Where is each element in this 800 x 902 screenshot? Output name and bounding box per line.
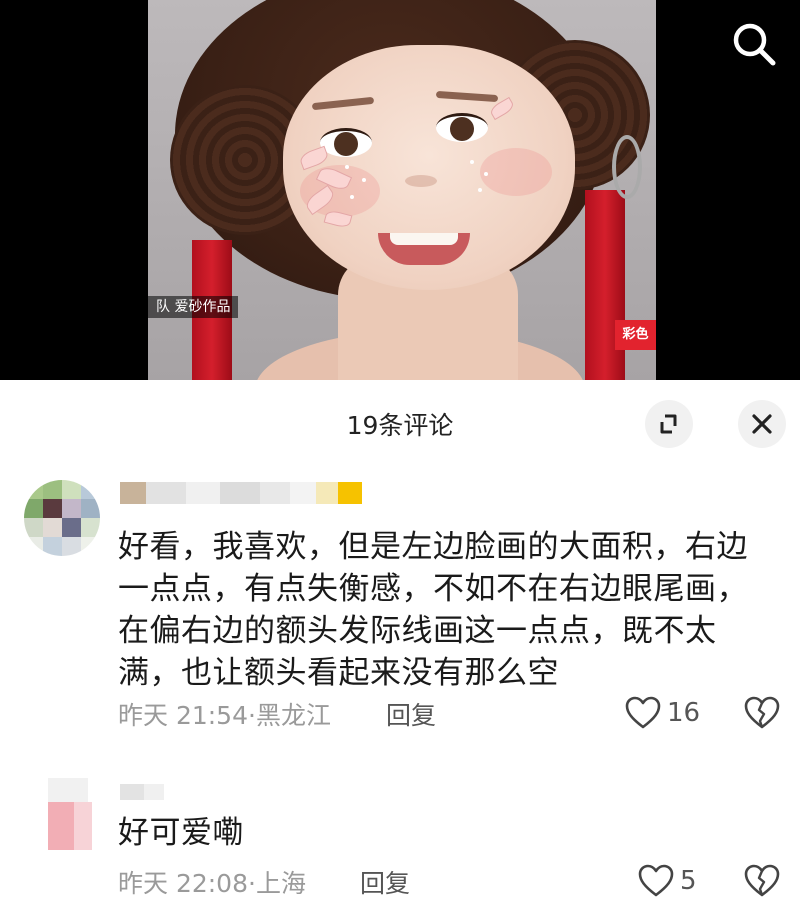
dislike-button[interactable] [744, 696, 780, 732]
broken-heart-icon [744, 696, 780, 729]
search-icon [733, 23, 776, 66]
eye-right [436, 113, 488, 142]
dislike-button[interactable] [744, 864, 780, 900]
eye-left [320, 128, 372, 157]
like-button[interactable]: 16 [625, 694, 705, 734]
close-icon [752, 414, 772, 434]
video-frame [148, 0, 656, 380]
nose [405, 175, 437, 187]
comment-text: 好可爱嘞 [118, 815, 244, 851]
ribbon-right [585, 190, 625, 380]
close-button[interactable] [738, 400, 786, 448]
username-obscured[interactable] [120, 784, 164, 806]
heart-outline-icon [625, 696, 661, 729]
expand-icon [660, 414, 677, 434]
comment-location: 黑龙江 [255, 701, 331, 730]
like-count: 5 [680, 866, 697, 896]
video-player[interactable]: 队 爱砂作品 彩色 [0, 0, 800, 380]
expand-button[interactable] [645, 400, 693, 448]
like-count: 16 [667, 698, 701, 728]
search-button[interactable] [728, 18, 780, 70]
avatar[interactable] [40, 778, 100, 854]
comment-text: 好看，我喜欢，但是左边脸画的大面积，右边 一点点，有点失衡感，不如不在右边眼尾画… [118, 529, 748, 691]
earring [612, 135, 642, 199]
broken-heart-icon [744, 864, 780, 897]
heart-outline-icon [638, 864, 674, 897]
meta-separator: · [248, 701, 256, 730]
comment-time: 昨天 21:54 [118, 701, 248, 730]
video-watermark-caption: 队 爱砂作品 [148, 296, 239, 318]
blush-right [480, 148, 552, 196]
comment-time: 昨天 22:08 [118, 869, 248, 898]
username-obscured[interactable] [120, 482, 362, 504]
reply-button[interactable]: 回复 [386, 696, 436, 732]
avatar[interactable] [24, 480, 100, 556]
like-button[interactable]: 5 [638, 862, 708, 902]
meta-separator: · [248, 869, 256, 898]
video-corner-logo: 彩色 [615, 320, 656, 350]
comment-location: 上海 [255, 869, 306, 898]
comment-meta: 昨天 22:08·上海 [118, 864, 306, 900]
reply-button[interactable]: 回复 [360, 864, 410, 900]
comments-panel: 19条评论 好看，我喜欢，但是左边脸画的大面积，右边 一点点，有点失衡感，不如不… [0, 380, 800, 900]
comment-meta: 昨天 21:54·黑龙江 [118, 696, 331, 732]
